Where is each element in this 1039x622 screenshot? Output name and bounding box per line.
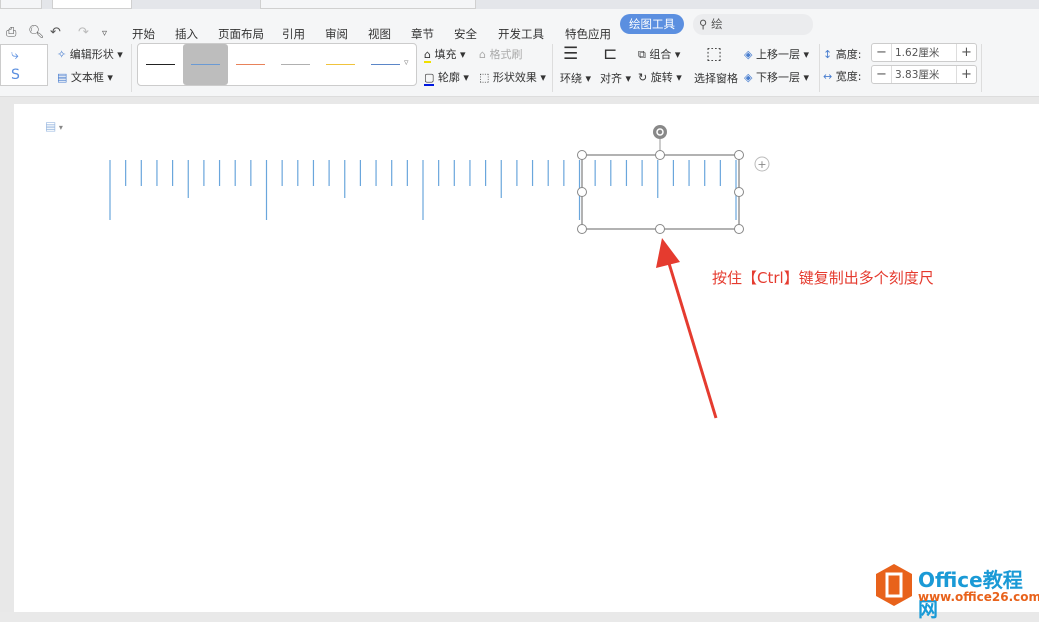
- resize-handle[interactable]: [655, 150, 665, 160]
- watermark-logo: Office教程网 www.office26.com: [872, 562, 1039, 621]
- rotate-handle-icon[interactable]: [653, 125, 667, 139]
- resize-handle[interactable]: [577, 187, 587, 197]
- watermark-url: www.office26.com: [918, 590, 1039, 604]
- resize-handle[interactable]: [655, 224, 665, 234]
- resize-handle[interactable]: [734, 224, 744, 234]
- resize-handle[interactable]: [577, 150, 587, 160]
- annotation-text: 按住【Ctrl】键复制出多个刻度尺: [712, 269, 934, 287]
- resize-handle[interactable]: [734, 150, 744, 160]
- drawing-layer: +: [109, 125, 770, 419]
- red-arrow: [656, 238, 718, 419]
- resize-handle[interactable]: [577, 224, 587, 234]
- ruler-shape[interactable]: [109, 160, 737, 220]
- resize-handle[interactable]: [734, 187, 744, 197]
- svg-text:+: +: [757, 158, 766, 171]
- office-logo-icon: [876, 564, 912, 606]
